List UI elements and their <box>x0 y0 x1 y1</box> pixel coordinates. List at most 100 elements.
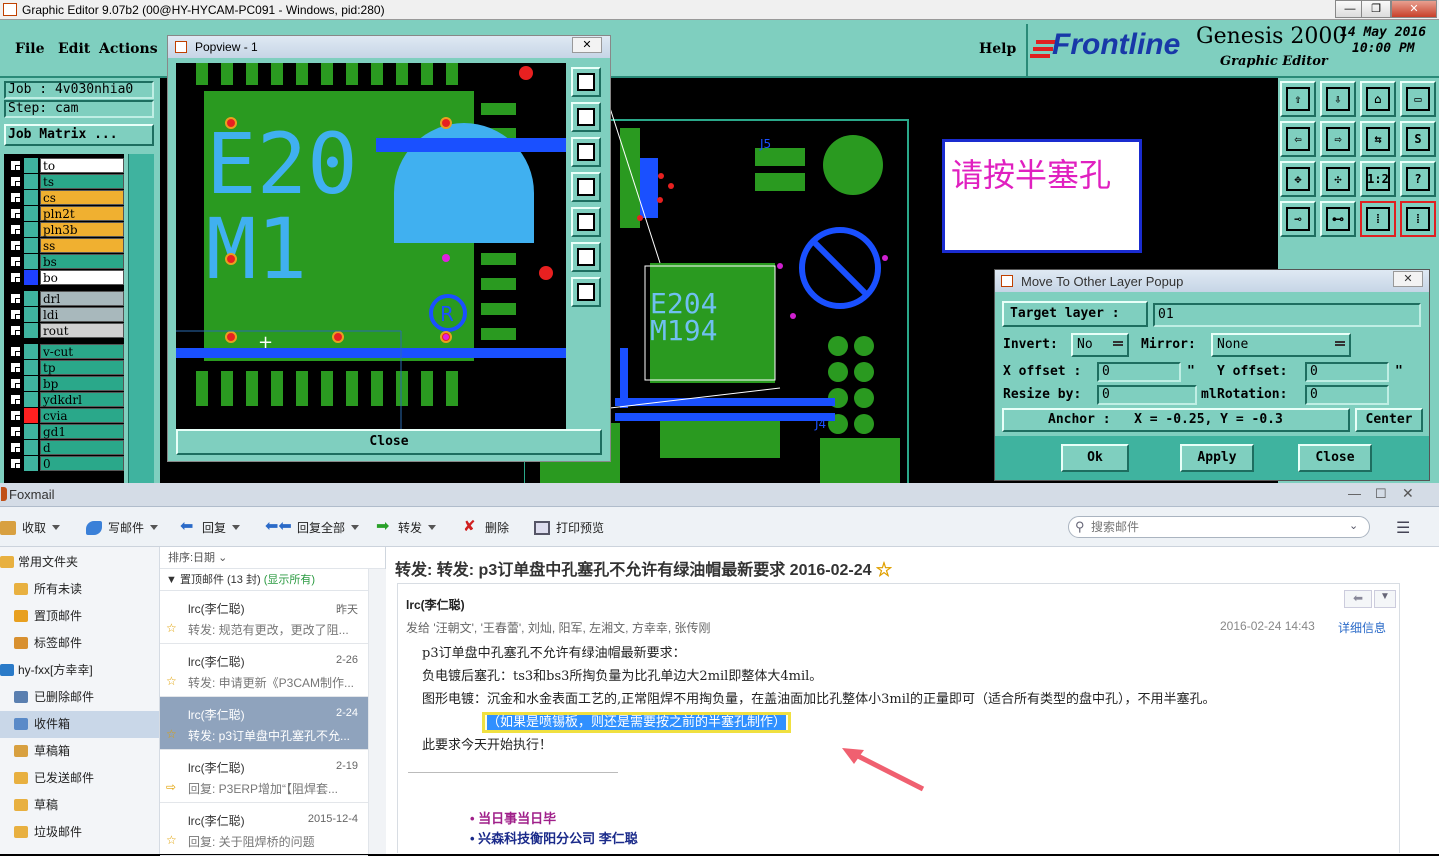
tool-house-icon[interactable]: ⌂ <box>1360 81 1396 117</box>
tool-measure-icon[interactable]: ⊸ <box>1280 201 1316 237</box>
layer-name[interactable]: cs <box>40 190 124 205</box>
layer-checkbox[interactable] <box>10 458 22 470</box>
folder-item[interactable]: 垃圾邮件 <box>0 819 159 846</box>
message-item[interactable]: lrc(李仁聪) 2-24 转发: p3订单盘中孔塞孔不允... ☆ <box>160 697 368 750</box>
layer-checkbox[interactable] <box>10 224 22 236</box>
tool-home-icon[interactable]: ⇧ <box>1280 81 1316 117</box>
popview-center-icon[interactable] <box>571 277 601 307</box>
center-button[interactable]: Center <box>1355 408 1423 432</box>
layer-color-swatch[interactable] <box>24 238 38 253</box>
pinned-header[interactable]: ▼ 置顶邮件 (13 封) (显示所有) <box>160 569 385 591</box>
layer-checkbox[interactable] <box>10 410 22 422</box>
replied-icon[interactable]: ⇨ <box>166 780 176 794</box>
menu-list-icon[interactable]: ☰ <box>1396 518 1410 538</box>
reply-button[interactable]: ⬅ 回复 <box>180 518 241 536</box>
popview-close-button[interactable]: Close <box>176 429 602 455</box>
reply-all-button[interactable]: ⬅⬅ 回复全部 <box>265 518 360 536</box>
layer-color-swatch[interactable] <box>24 392 38 407</box>
layer-checkbox[interactable] <box>10 176 22 188</box>
layer-name[interactable]: ldi <box>40 307 124 322</box>
layer-checkbox[interactable] <box>10 256 22 268</box>
layer-color-swatch[interactable] <box>24 254 38 269</box>
popview-right-icon[interactable] <box>571 207 601 237</box>
apply-button[interactable]: Apply <box>1180 444 1254 472</box>
layer-row[interactable]: pln3b <box>8 222 124 237</box>
folder-item[interactable]: 标签邮件 <box>0 630 159 657</box>
layer-checkbox[interactable] <box>10 240 22 252</box>
print-preview-button[interactable]: 打印预览 <box>534 519 604 536</box>
layer-checkbox[interactable] <box>10 160 22 172</box>
layer-color-swatch[interactable] <box>24 291 38 306</box>
move-popup-close-x-icon[interactable]: ✕ <box>1393 271 1423 287</box>
search-box[interactable]: ⚲ ⌄ <box>1068 516 1370 538</box>
layer-row[interactable]: bp <box>8 376 124 391</box>
layer-name[interactable]: to <box>40 158 124 173</box>
star-icon[interactable]: ☆ <box>166 674 177 688</box>
tool-s-icon[interactable]: S <box>1400 121 1436 157</box>
layer-name[interactable]: ydkdrl <box>40 392 124 407</box>
folder-item[interactable]: 已删除邮件 <box>0 684 159 711</box>
layer-name[interactable]: gd1 <box>40 424 124 439</box>
job-matrix-button[interactable]: Job Matrix ... <box>4 124 154 146</box>
tool-right-icon[interactable]: ⇨ <box>1320 121 1356 157</box>
popview-up-icon[interactable] <box>571 102 601 132</box>
popview-fit-icon[interactable] <box>571 242 601 272</box>
star-icon[interactable]: ☆ <box>166 621 177 635</box>
compose-button[interactable]: 写邮件 <box>86 519 159 536</box>
layer-checkbox[interactable] <box>10 378 22 390</box>
y-offset-input[interactable]: 0 <box>1305 362 1389 382</box>
layer-row[interactable]: d <box>8 440 124 455</box>
layer-name[interactable]: pln2t <box>40 206 124 221</box>
layer-checkbox[interactable] <box>10 192 22 204</box>
menu-edit[interactable]: Edit <box>58 41 90 57</box>
layer-name[interactable]: bs <box>40 254 124 269</box>
sort-header[interactable]: 排序:日期 ⌄ <box>160 547 385 569</box>
layer-checkbox[interactable] <box>10 309 22 321</box>
layer-color-swatch[interactable] <box>24 222 38 237</box>
rotation-input[interactable]: 0 <box>1305 385 1389 405</box>
foxmail-minimize-button[interactable]: — <box>1348 486 1361 501</box>
layer-name[interactable]: bp <box>40 376 124 391</box>
layer-row[interactable]: 0 <box>8 456 124 471</box>
layer-row[interactable]: gd1 <box>8 424 124 439</box>
layer-row[interactable]: ts <box>8 174 124 189</box>
tool-swap-icon[interactable]: ⇆ <box>1360 121 1396 157</box>
layer-checkbox[interactable] <box>10 325 22 337</box>
search-input[interactable] <box>1091 519 1341 535</box>
menu-file[interactable]: File <box>15 41 44 57</box>
tool-fit-icon[interactable]: ✥ <box>1280 161 1316 197</box>
layer-color-swatch[interactable] <box>24 456 38 471</box>
popview-zoom-in-icon[interactable] <box>571 67 601 97</box>
foxmail-maximize-button[interactable]: ☐ <box>1375 486 1387 502</box>
search-options-icon[interactable]: ⌄ <box>1349 519 1358 532</box>
target-layer-button[interactable]: Target layer : <box>1002 301 1148 327</box>
invert-dropdown[interactable]: No <box>1071 333 1129 357</box>
layer-color-swatch[interactable] <box>24 323 38 338</box>
layer-name[interactable]: drl <box>40 291 124 306</box>
layer-color-swatch[interactable] <box>24 174 38 189</box>
layer-name[interactable]: d <box>40 440 124 455</box>
layer-row[interactable]: to <box>8 158 124 173</box>
layer-color-swatch[interactable] <box>24 424 38 439</box>
popview-close-x-icon[interactable]: ✕ <box>572 37 602 53</box>
popview-left-icon[interactable] <box>571 172 601 202</box>
tool-key-icon[interactable]: ⊷ <box>1320 201 1356 237</box>
tool-window-icon[interactable]: ▭ <box>1400 81 1436 117</box>
folder-item[interactable]: 常用文件夹 <box>0 549 159 576</box>
layer-row[interactable]: cs <box>8 190 124 205</box>
anchor-button[interactable]: Anchor : X = -0.25, Y = -0.3 <box>1002 408 1350 432</box>
layer-name[interactable]: ss <box>40 238 124 253</box>
folder-item[interactable]: 草稿 <box>0 792 159 819</box>
message-item[interactable]: lrc(李仁聪) 2-26 转发: 申请更新《P3CAM制作... ☆ <box>160 644 368 697</box>
message-item[interactable]: lrc(李仁聪) 2-19 回复: P3ERP增加“【阻焊套... ⇨ <box>160 750 368 803</box>
folder-item[interactable]: 所有未读 <box>0 576 159 603</box>
layer-row[interactable]: rout <box>8 323 124 338</box>
ok-button[interactable]: Ok <box>1061 444 1129 472</box>
resize-input[interactable]: 0 <box>1097 385 1197 405</box>
tool-pan-icon[interactable]: ✣ <box>1320 161 1356 197</box>
layer-row[interactable]: v-cut <box>8 344 124 359</box>
move-close-button[interactable]: Close <box>1298 444 1372 472</box>
message-item[interactable]: lrc(李仁聪) 昨天 转发: 规范有更改，更改了阻... ☆ <box>160 591 368 644</box>
layer-row[interactable]: drl <box>8 291 124 306</box>
forward-button[interactable]: ➡ 转发 <box>376 518 437 536</box>
